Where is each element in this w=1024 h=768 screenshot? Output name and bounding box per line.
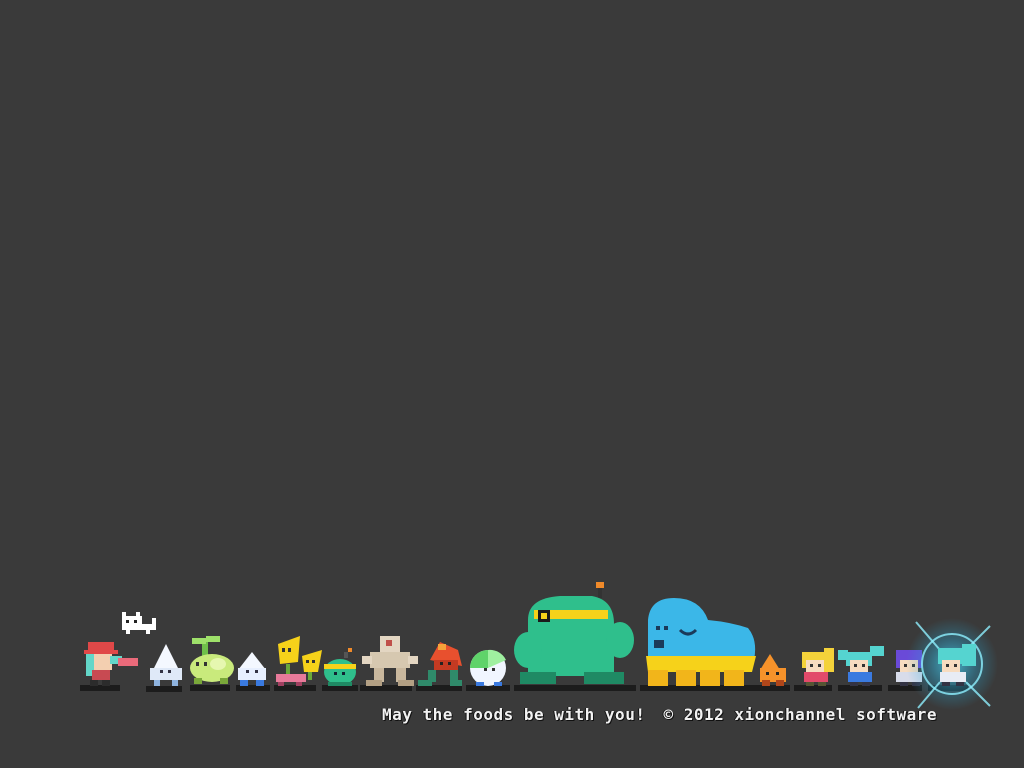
- big-green-monster-icon: [514, 582, 634, 684]
- small-white-blob-icon: [238, 652, 266, 686]
- game-screen: May the foods be with you! © 2012 xioncha…: [0, 0, 1024, 768]
- blonde-hair-girl-icon: [802, 648, 834, 686]
- orange-flame-kid-icon: [760, 654, 786, 686]
- cyan-twin-tail-girl-icon: [838, 646, 884, 686]
- beige-stone-golem-icon: [362, 636, 418, 686]
- ground-shadows: [80, 685, 968, 692]
- green-antenna-blob-icon: [324, 648, 356, 686]
- yellow-leaf-creature-icon: [276, 636, 306, 686]
- red-mushroom-walker-icon: [418, 642, 462, 686]
- green-melon-sprout-icon: [190, 636, 234, 684]
- red-hat-girl-character-icon: [84, 642, 138, 686]
- copyright: © 2012 xionchannel software: [663, 705, 938, 724]
- cyan-hair-girl-glow-icon: [906, 618, 998, 710]
- footer-text: May the foods be with you! © 2012 xioncha…: [382, 705, 937, 724]
- big-blue-yellow-monster-icon: [646, 598, 756, 686]
- white-drop-ghost-icon: [150, 644, 182, 686]
- green-white-egg-icon: [470, 649, 506, 686]
- white-cat-icon: [122, 612, 156, 634]
- tagline: May the foods be with you!: [382, 705, 646, 724]
- character-parade: [80, 582, 998, 710]
